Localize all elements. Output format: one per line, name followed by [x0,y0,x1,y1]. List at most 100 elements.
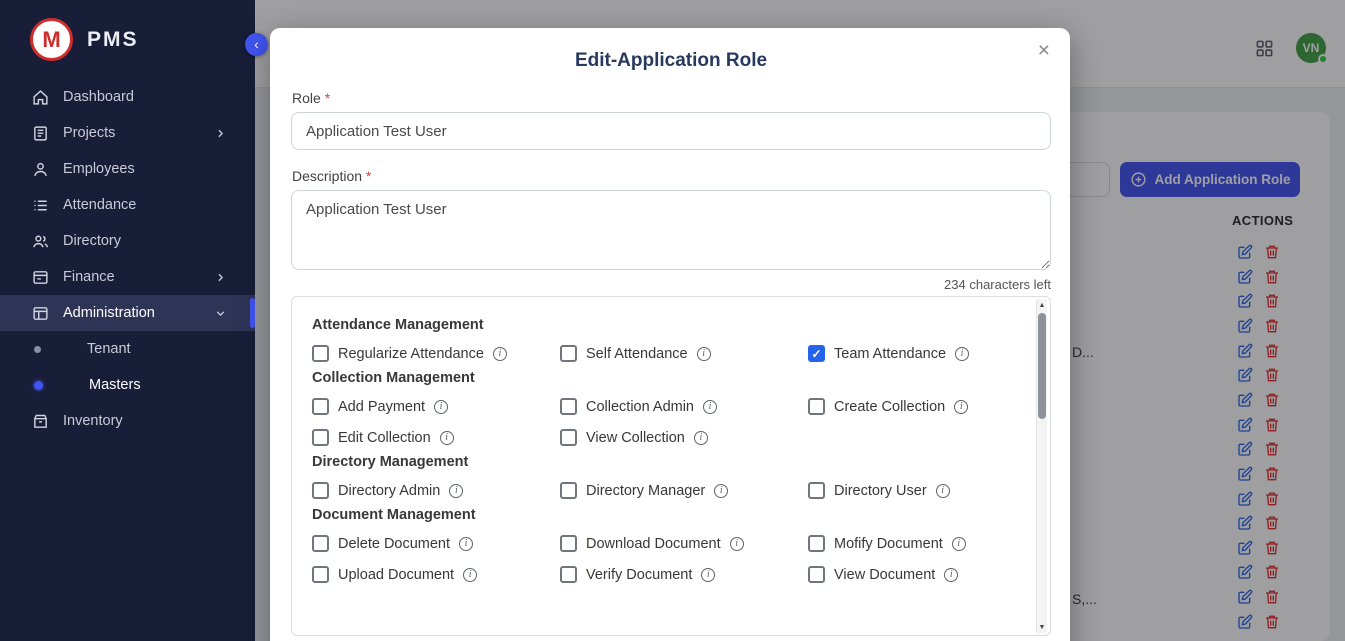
sidebar-item-label: Masters [89,377,141,393]
sidebar-item-masters[interactable]: Masters [0,367,255,403]
permission-item[interactable]: Regularize Attendance i [312,345,560,362]
permission-label: Regularize Attendance [338,346,484,362]
permission-item[interactable]: Directory Admini [312,482,560,499]
sidebar-item-dashboard[interactable]: Dashboard [0,79,255,115]
sidebar-collapse-button[interactable]: ‹ [245,33,268,56]
info-icon[interactable]: i [954,400,968,414]
checkbox[interactable] [808,535,825,552]
info-icon[interactable]: i [714,484,728,498]
scroll-up-icon[interactable]: ▲ [1037,299,1047,311]
checkbox[interactable] [312,535,329,552]
checkbox[interactable] [560,345,577,362]
info-icon[interactable]: i [459,537,473,551]
checkbox[interactable] [808,482,825,499]
permission-item[interactable]: Edit Collection i [312,429,560,446]
sidebar-item-administration[interactable]: Administration [0,295,255,331]
sidebar-item-label: Attendance [63,197,136,213]
sidebar-item-inventory[interactable]: Inventory [0,403,255,439]
scrollbar-thumb[interactable] [1038,313,1046,419]
info-icon[interactable]: i [936,484,950,498]
sidebar-item-label: Projects [63,125,115,141]
checkbox[interactable] [312,429,329,446]
info-icon[interactable]: i [694,431,708,445]
permission-item[interactable]: Self Attendancei [560,345,808,362]
checkbox[interactable] [560,482,577,499]
permission-item[interactable]: View Collection i [560,429,808,446]
info-icon[interactable]: i [463,568,477,582]
info-icon[interactable]: i [697,347,711,361]
info-icon[interactable]: i [440,431,454,445]
permission-label: Directory Manager [586,483,705,499]
checkbox[interactable] [808,398,825,415]
close-icon[interactable]: × [1038,40,1050,61]
checkbox[interactable] [560,535,577,552]
permission-label: View Collection [586,430,685,446]
person-icon [32,161,49,178]
sidebar-item-label: Directory [63,233,121,249]
sidebar-item-directory[interactable]: Directory [0,223,255,259]
board-icon [32,125,49,142]
permission-item[interactable]: ✓Team Attendancei [808,345,1034,362]
checkbox[interactable] [312,398,329,415]
permission-section-title: Directory Management [312,454,1034,470]
bullet-icon [34,346,41,353]
checkbox[interactable] [560,566,577,583]
sidebar-item-attendance[interactable]: Attendance [0,187,255,223]
sidebar-item-label: Tenant [87,341,131,357]
info-icon[interactable]: i [703,400,717,414]
sidebar-item-label: Administration [63,305,155,321]
info-icon[interactable]: i [955,347,969,361]
chevron-right-icon [214,271,227,284]
permission-item[interactable]: Upload Document i [312,566,560,583]
description-label-text: Description [292,168,362,184]
description-field-label: Description * [292,168,1051,184]
permission-item[interactable]: Mofify Documenti [808,535,1034,552]
permissions-scrollbar[interactable]: ▲ ▼ [1036,299,1047,633]
sidebar-item-projects[interactable]: Projects [0,115,255,151]
permission-item[interactable]: Add Paymenti [312,398,560,415]
permission-label: Delete Document [338,536,450,552]
checkbox[interactable] [312,482,329,499]
info-icon[interactable]: i [730,537,744,551]
permission-label: Edit Collection [338,430,431,446]
edit-application-role-modal: × Edit-Application Role Role * Descripti… [270,28,1070,641]
chevron-down-icon [214,307,227,320]
sidebar-item-tenant[interactable]: Tenant [0,331,255,367]
permission-item[interactable]: Verify Documenti [560,566,808,583]
info-icon[interactable]: i [701,568,715,582]
scroll-down-icon[interactable]: ▼ [1037,621,1047,633]
role-input[interactable] [291,112,1051,150]
sidebar-nav: Dashboard Projects Employees Attendance Dire… [0,79,255,439]
checkbox[interactable] [560,398,577,415]
permission-item[interactable]: Directory Manager i [560,482,808,499]
sidebar-item-employees[interactable]: Employees [0,151,255,187]
info-icon[interactable]: i [952,537,966,551]
list-icon [32,197,49,214]
info-icon[interactable]: i [449,484,463,498]
permission-label: View Document [834,567,935,583]
info-icon[interactable]: i [944,568,958,582]
finance-icon [32,269,49,286]
app-logo-icon: M [30,18,73,61]
checkbox[interactable] [312,566,329,583]
checkbox[interactable] [312,345,329,362]
checkbox[interactable] [560,429,577,446]
checkbox-checked[interactable]: ✓ [808,345,825,362]
permission-item[interactable]: Delete Document i [312,535,560,552]
description-textarea[interactable]: Application Test User [291,190,1051,270]
info-icon[interactable]: i [493,347,507,361]
sidebar-item-finance[interactable]: Finance [0,259,255,295]
permission-label: Create Collection [834,399,945,415]
checkbox[interactable] [808,566,825,583]
permission-label: Upload Document [338,567,454,583]
permission-item[interactable]: View Document i [808,566,1034,583]
permission-item[interactable]: Create Collection i [808,398,1034,415]
permission-label: Directory User [834,483,927,499]
permission-item[interactable]: Collection Admini [560,398,808,415]
permission-item[interactable]: Download Documenti [560,535,808,552]
people-icon [32,233,49,250]
info-icon[interactable]: i [434,400,448,414]
permission-item[interactable]: Directory User i [808,482,1034,499]
sidebar: M PMS DashboardProjectsEmployeesAttendan… [0,0,255,641]
role-field-label: Role * [292,90,1051,106]
